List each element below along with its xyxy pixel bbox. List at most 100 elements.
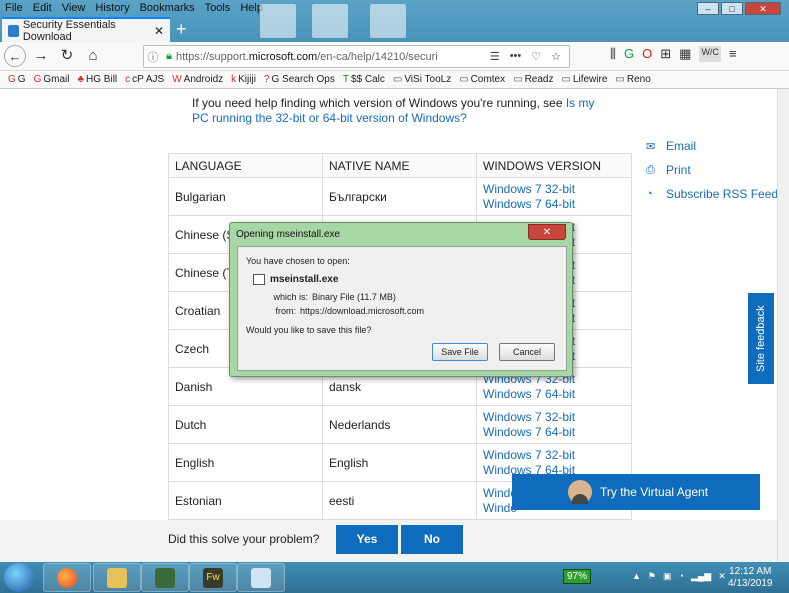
print-link[interactable]: ⎙ Print (646, 158, 784, 182)
menu-icon[interactable]: ≡ (729, 46, 737, 62)
bookmark-item[interactable]: W Androidz (172, 74, 223, 85)
show-hidden-icons[interactable]: ▲ (632, 571, 641, 582)
bookmark-folder[interactable]: ▭ Reno (615, 74, 650, 85)
bookmark-folder[interactable]: ▭ Comtex (459, 74, 505, 85)
action-center-icon[interactable]: ⚑ (648, 571, 656, 582)
firefox-taskbar-button[interactable] (43, 563, 91, 592)
print-label: Print (666, 163, 691, 177)
bookmark-item[interactable]: k Kijiji (231, 74, 256, 85)
from-value: https://download.microsoft.com (300, 306, 425, 316)
reader-view-icon[interactable]: ☰ (490, 50, 500, 63)
clock-date: 4/13/2019 (728, 578, 773, 589)
navigation-bar: ← → ↻ ⌂ ⓘ 🔒︎ https://support.microsoft.c… (0, 42, 789, 71)
page-actions-icon[interactable]: ••• (510, 50, 522, 63)
email-icon: ✉ (646, 140, 656, 153)
w-icon: W (172, 74, 182, 85)
bookmark-item[interactable]: ♣ HG Bill (77, 74, 117, 85)
download-64bit-link[interactable]: Windows 7 64-bit (483, 425, 631, 440)
power-icon[interactable]: ◔ (679, 571, 684, 582)
menu-edit[interactable]: Edit (28, 0, 57, 17)
menu-bookmarks[interactable]: Bookmarks (135, 0, 200, 17)
menu-view[interactable]: View (57, 0, 91, 17)
google-icon: G (8, 74, 16, 85)
save-file-button[interactable]: Save File (432, 343, 488, 361)
clock-time: 12:12 AM (729, 566, 772, 577)
bookmarks-bar: GG G Gmail ♣ HG Bill c cP AJS W Androidz k Ki… (0, 71, 789, 89)
menu-history[interactable]: History (90, 0, 134, 17)
volume-muted-icon[interactable]: ✕ (718, 571, 726, 582)
explorer-taskbar-button[interactable] (93, 563, 141, 592)
title-bar: File Edit View History Bookmarks Tools H… (0, 0, 789, 43)
url-text[interactable]: https://support.microsoft.com/en-ca/help… (176, 51, 466, 63)
window-controls: – □ ✕ (697, 2, 781, 15)
rss-icon: ◔ (646, 188, 653, 200)
bookmark-item[interactable]: GG (8, 74, 26, 85)
bookmark-item[interactable]: T $$ Calc (343, 74, 385, 85)
screenshot-icon[interactable]: ⊞ (660, 46, 671, 62)
back-button[interactable]: ← (4, 45, 26, 67)
dialog-close-button[interactable]: ✕ (528, 224, 566, 240)
menu-tools[interactable]: Tools (200, 0, 236, 17)
no-button[interactable]: No (401, 525, 463, 554)
file-name: mseinstall.exe (270, 274, 339, 285)
battery-indicator[interactable]: 97% (563, 569, 591, 584)
download-32bit-link[interactable]: Windows 7 32-bit (483, 410, 631, 425)
url-bar[interactable]: ⓘ 🔒︎ https://support.microsoft.com/en-ca… (143, 45, 570, 68)
chosen-text: You have chosen to open: (246, 256, 350, 266)
calc-icon: T (342, 74, 349, 85)
cpanel-icon: c (125, 74, 131, 85)
solve-question: Did this solve your problem? (168, 532, 320, 546)
download-64bit-link[interactable]: Windows 7 64-bit (483, 387, 631, 402)
site-feedback-button[interactable]: Site feedback (748, 293, 774, 384)
pocket-icon[interactable]: ♡ (531, 50, 541, 63)
bookmark-folder[interactable]: ▭ Lifewire (561, 74, 607, 85)
library-icon[interactable]: ⫼ (610, 46, 616, 62)
column-header-native: NATIVE NAME (322, 153, 477, 178)
download-64bit-link[interactable]: Windows 7 64-bit (483, 197, 631, 212)
forward-button[interactable]: → (30, 45, 52, 67)
tab-security-essentials[interactable]: Security Essentials Download ✕ (2, 17, 170, 43)
info-icon[interactable]: ⓘ (144, 49, 162, 65)
start-button[interactable] (4, 563, 34, 592)
download-32bit-link[interactable]: Windows 7 32-bit (483, 448, 631, 463)
email-link[interactable]: ✉ Email (646, 134, 784, 158)
display-icon[interactable]: ▣ (663, 571, 672, 582)
virtual-agent-button[interactable]: Try the Virtual Agent (512, 474, 760, 510)
page-scrollbar[interactable] (777, 89, 789, 562)
opera-icon[interactable]: O (642, 46, 652, 62)
notes-taskbar-button[interactable] (237, 563, 285, 592)
cancel-button[interactable]: Cancel (499, 343, 555, 361)
fireworks-taskbar-button[interactable]: Fw (189, 563, 237, 592)
language-cell: Estonian (168, 481, 323, 520)
bookmark-item[interactable]: c cP AJS (125, 74, 164, 85)
email-label: Email (666, 139, 697, 153)
minimize-button[interactable]: – (697, 2, 719, 15)
exe-file-icon (253, 274, 265, 285)
close-tab-icon[interactable]: ✕ (154, 24, 164, 38)
menu-file[interactable]: File (0, 0, 28, 17)
wordcount-icon[interactable]: W/C (699, 46, 721, 62)
microsoft-favicon-icon (8, 24, 19, 37)
home-button[interactable]: ⌂ (82, 45, 104, 67)
bookmark-folder[interactable]: ▭ Readz (513, 74, 553, 85)
yes-button[interactable]: Yes (336, 525, 398, 554)
rss-link[interactable]: ◔ Subscribe RSS Feeds (646, 182, 784, 206)
feedback-bar: Did this solve your problem? Yes No (0, 520, 777, 562)
notes-icon (251, 567, 271, 588)
grammarly-icon[interactable]: G (624, 46, 634, 62)
virtual-agent-label: Try the Virtual Agent (600, 485, 709, 499)
bookmark-item[interactable]: G Gmail (34, 74, 70, 85)
close-window-button[interactable]: ✕ (745, 2, 781, 15)
signal-icon[interactable]: ▂▄▆ (691, 571, 711, 582)
lock-icon: 🔒︎ (166, 50, 172, 62)
new-tab-button[interactable]: + (176, 19, 187, 40)
bookmark-star-icon[interactable]: ☆ (551, 50, 561, 63)
reload-button[interactable]: ↻ (56, 45, 78, 67)
clock[interactable]: 12:12 AM 4/13/2019 (728, 566, 773, 590)
maximize-button[interactable]: □ (721, 2, 743, 15)
media-taskbar-button[interactable] (141, 563, 189, 592)
bookmark-folder[interactable]: ▭ ViSi TooLz (393, 74, 451, 85)
bookmark-item[interactable]: ? G Search Ops (264, 74, 335, 85)
calendar-icon[interactable]: ▦ (679, 46, 691, 62)
download-32bit-link[interactable]: Windows 7 32-bit (483, 182, 631, 197)
